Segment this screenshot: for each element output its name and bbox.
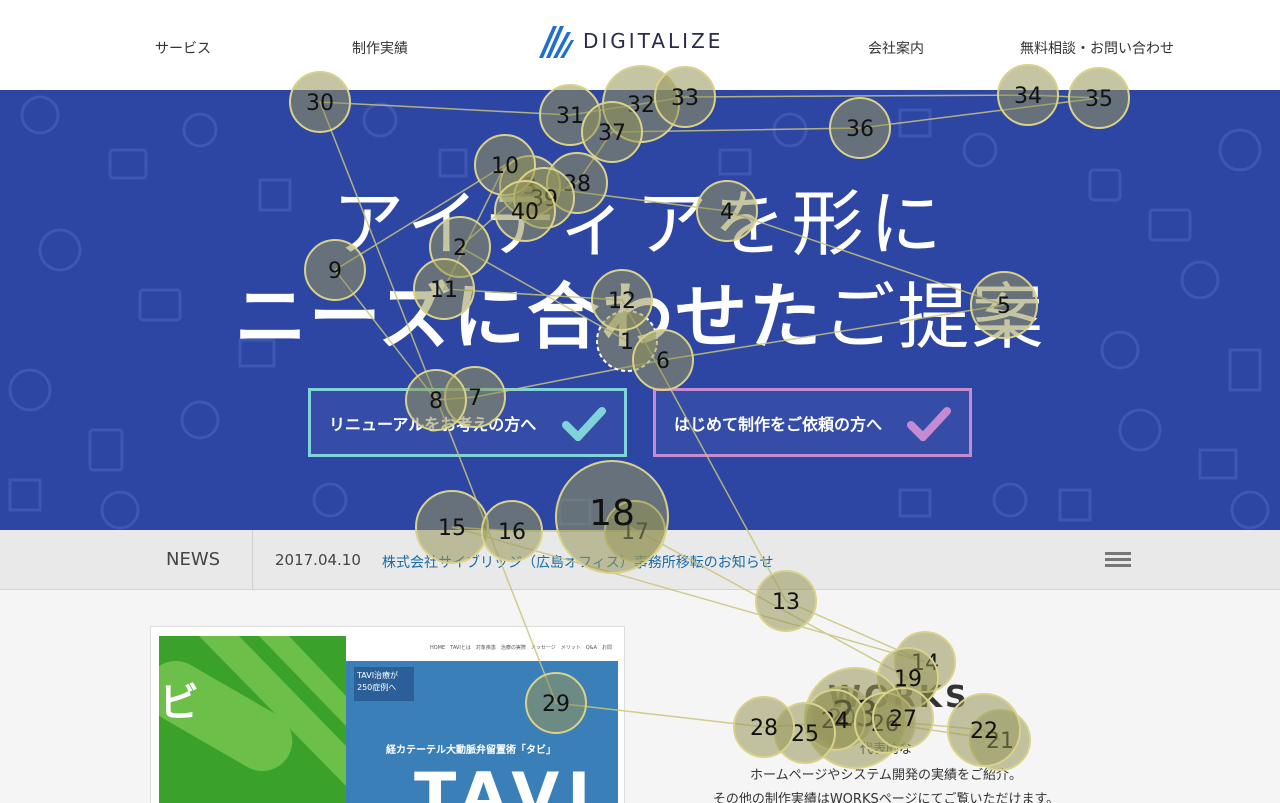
- renewal-cta-button[interactable]: リニューアルをお考えの方へ: [308, 388, 627, 457]
- thumbnail-hero: TAVI治療が 250症例へ 経カテーテル大動脈弁留置術「タビ」 TAVI: [346, 661, 618, 803]
- hero-headline-bold: ニーズに合わせた: [234, 275, 824, 359]
- news-date: 2017.04.10: [275, 551, 361, 569]
- logo-text: DIGITALIZE: [583, 29, 724, 53]
- thumbnail-big-text: TAVI: [414, 759, 599, 803]
- nav-contact[interactable]: 無料相談・お問い合わせ: [1020, 38, 1174, 58]
- svg-text:ビ: ビ: [159, 680, 199, 726]
- site-logo[interactable]: DIGITALIZE: [537, 22, 723, 60]
- works-thumbnail[interactable]: ビ HOME TAVIとは 対象疾患 治療の実際 メッセージ メリット Q&A …: [150, 626, 625, 803]
- renewal-cta-label: リニューアルをお考えの方へ: [329, 414, 537, 434]
- thumbnail-green-panel: ビ: [159, 636, 346, 803]
- hero-headline-line2: ニーズに合わせたご提案: [0, 258, 1280, 363]
- thumbnail-nav: HOME TAVIとは 対象疾患 治療の実際 メッセージ メリット Q&A お問: [430, 645, 612, 651]
- nav-company[interactable]: 会社案内: [868, 38, 924, 58]
- news-bar: NEWS 2017.04.10 株式会社サイブリッジ（広島オフィス）事務所移転の…: [0, 530, 1280, 590]
- hero-section: アイディアを形に ニーズに合わせたご提案 リニューアルをお考えの方へ はじめて制…: [0, 90, 1280, 530]
- green-stripes-graphic: ビ: [159, 636, 346, 786]
- news-label: NEWS: [166, 549, 221, 570]
- hero-headline-line1: アイディアを形に: [332, 182, 948, 266]
- news-headline-link[interactable]: 株式会社サイブリッジ（広島オフィス）事務所移転のお知らせ: [382, 552, 773, 572]
- logo-mark-icon: [539, 26, 574, 58]
- check-icon: [562, 407, 606, 441]
- works-text-line1: 代表的な: [859, 742, 912, 757]
- thumbnail-title: 経カテーテル大動脈弁留置術「タビ」: [386, 745, 556, 756]
- gaze-fixation-number: 26: [871, 712, 899, 737]
- hero-headline-light: ご提案: [823, 275, 1046, 359]
- thumbnail-badge: TAVI治療が 250症例へ: [354, 667, 414, 701]
- works-heading: WORKS: [828, 680, 970, 715]
- gaze-fixation-number: 14: [911, 651, 939, 676]
- check-icon: [907, 407, 951, 441]
- page: サービス 制作実績 DIGITALIZE 会社案内 無料相談・お問い合わせ アイ…: [0, 0, 1280, 803]
- first-time-cta-label: はじめて制作をご依頼の方へ: [674, 414, 883, 434]
- first-time-cta-button[interactable]: はじめて制作をご依頼の方へ: [653, 388, 972, 457]
- works-text-line2: ホームページやシステム開発の実績をご紹介。: [750, 768, 1022, 783]
- nav-works[interactable]: 制作実績: [352, 38, 408, 58]
- hamburger-menu-icon[interactable]: [1105, 552, 1131, 570]
- news-divider: [252, 530, 253, 590]
- gaze-fixation-number: 13: [772, 590, 800, 615]
- works-text-line3: その他の制作実績はWORKSページにてご覧いただけます。: [712, 792, 1060, 803]
- thumbnail-site-preview: HOME TAVIとは 対象疾患 治療の実際 メッセージ メリット Q&A お問…: [346, 636, 618, 803]
- nav-services[interactable]: サービス: [155, 38, 211, 58]
- site-header: サービス 制作実績 DIGITALIZE 会社案内 無料相談・お問い合わせ: [0, 0, 1280, 90]
